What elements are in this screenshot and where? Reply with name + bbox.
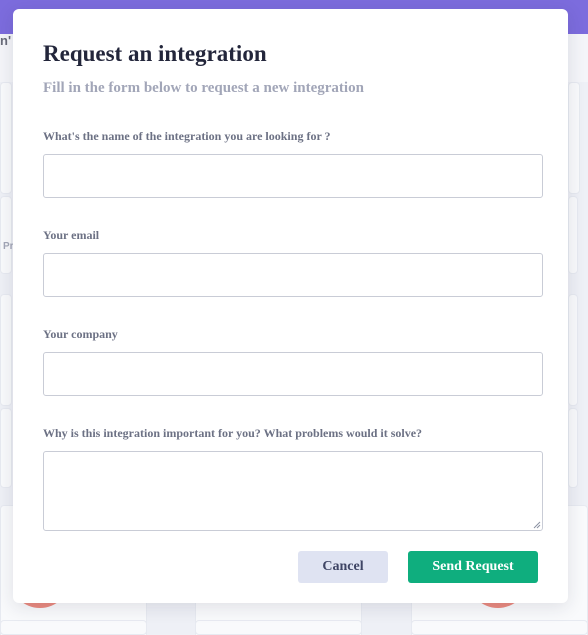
reason-label: Why is this integration important for yo…: [43, 426, 423, 440]
company-label: Your company: [43, 327, 118, 341]
modal-title: Request an integration: [43, 41, 267, 66]
email-label: Your email: [43, 228, 100, 242]
modal-subtitle: Fill in the form below to request a new …: [43, 80, 364, 96]
request-integration-modal: Request an integration Fill in the form …: [13, 9, 568, 603]
email-input[interactable]: [43, 253, 543, 297]
integration-name-label: What's the name of the integration you a…: [43, 129, 331, 143]
cancel-button[interactable]: Cancel: [298, 551, 388, 583]
resize-handle-icon[interactable]: [533, 521, 541, 529]
send-request-button[interactable]: Send Request: [408, 551, 538, 583]
reason-textarea[interactable]: [43, 451, 543, 531]
company-input[interactable]: [43, 352, 543, 396]
integration-name-input[interactable]: [43, 154, 543, 198]
